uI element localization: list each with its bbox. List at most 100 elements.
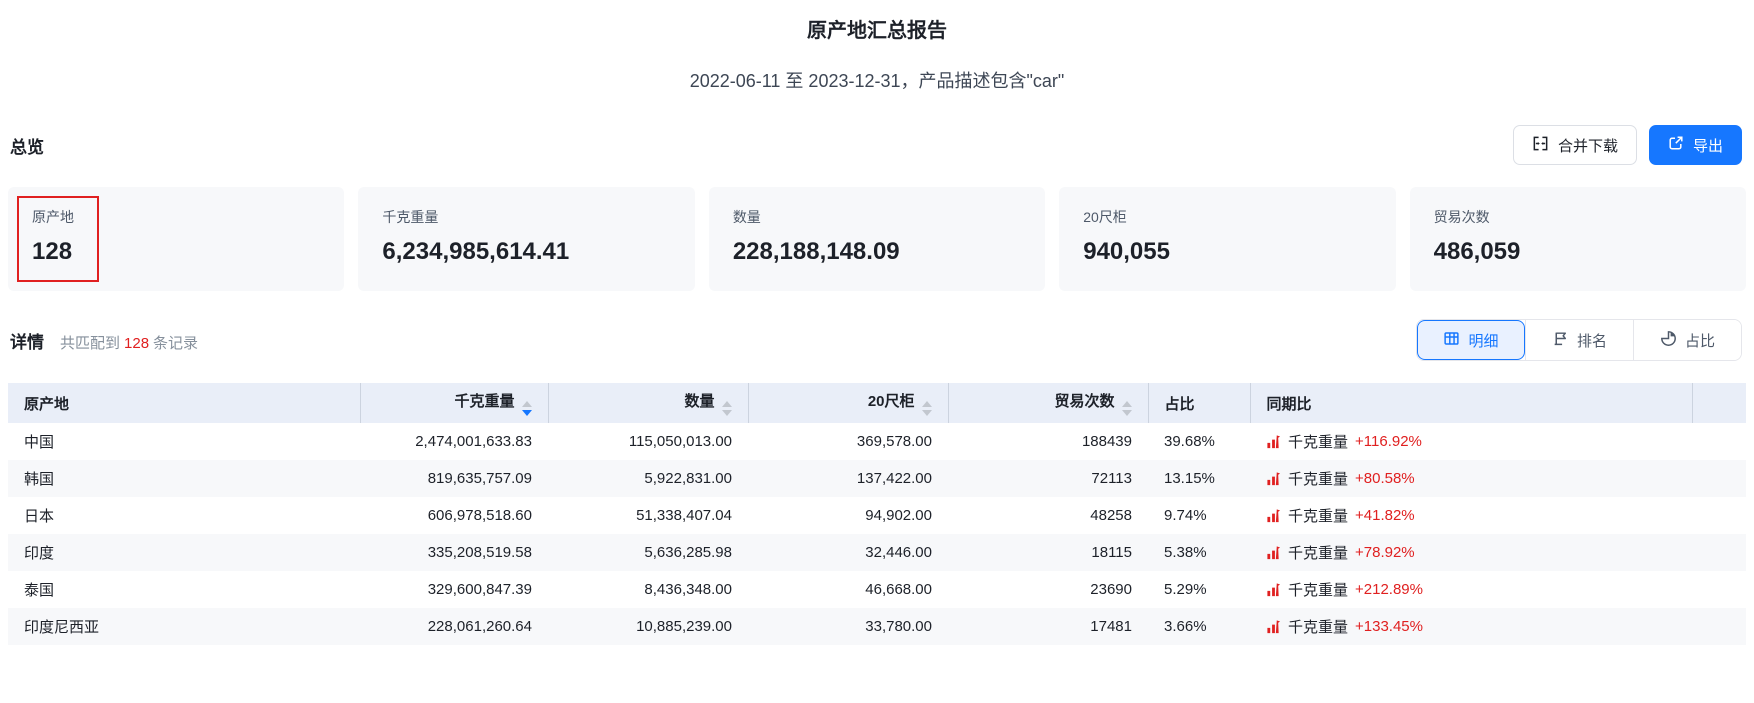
cell-teu: 369,578.00 bbox=[856, 433, 932, 450]
column-header-贸易次数[interactable]: 贸易次数 bbox=[947, 383, 1148, 423]
trend-bars-icon bbox=[1267, 620, 1281, 634]
column-header-数量[interactable]: 数量 bbox=[547, 383, 748, 423]
cell-kg-weight: 606,978,518.60 bbox=[427, 507, 532, 524]
table-row: 日本 606,978,518.60 51,338,407.04 94,902.00 48… bbox=[8, 497, 1746, 534]
yoy-value: +41.82% bbox=[1355, 507, 1415, 524]
trend-bars-icon bbox=[1267, 435, 1281, 449]
merge-cells-icon bbox=[1532, 135, 1549, 156]
column-header-占比: 占比 bbox=[1147, 383, 1250, 423]
cell-origin: 印度 bbox=[24, 545, 55, 562]
sort-carets-icon[interactable] bbox=[921, 401, 932, 416]
cell-teu: 94,902.00 bbox=[865, 507, 932, 524]
cell-teu: 46,668.00 bbox=[865, 581, 932, 598]
cell-trade-count: 72113 bbox=[1091, 470, 1132, 487]
tab-detail[interactable]: 明细 bbox=[1417, 320, 1525, 360]
table-body: 中国 2,474,001,633.83 115,050,013.00 369,578.… bbox=[8, 423, 1746, 645]
cell-yoy: 千克重量 +41.82% bbox=[1250, 497, 1692, 534]
cell-teu: 33,780.00 bbox=[865, 618, 932, 635]
cell-share: 13.15% bbox=[1164, 470, 1215, 487]
stat-card-value: 6,234,985,614.41 bbox=[382, 238, 570, 265]
yoy-metric-label: 千克重量 bbox=[1288, 471, 1349, 488]
cell-teu: 137,422.00 bbox=[856, 470, 932, 487]
table-icon bbox=[1443, 330, 1460, 351]
cell-yoy: 千克重量 +212.89% bbox=[1250, 571, 1692, 608]
stat-card: 20尺柜 940,055 bbox=[1059, 187, 1396, 291]
cell-trade-count: 23690 bbox=[1090, 581, 1132, 598]
table-row: 中国 2,474,001,633.83 115,050,013.00 369,578.… bbox=[8, 423, 1746, 460]
overview-bar: 总览 合并下载 导出 bbox=[0, 125, 1754, 165]
export-icon bbox=[1668, 135, 1684, 155]
column-header-label: 同期比 bbox=[1266, 395, 1312, 413]
cell-quantity: 5,636,285.98 bbox=[644, 544, 732, 561]
cell-share: 39.68% bbox=[1164, 433, 1215, 450]
column-header-20尺柜[interactable]: 20尺柜 bbox=[747, 383, 948, 423]
merge-download-button[interactable]: 合并下载 bbox=[1512, 125, 1637, 165]
match-count: 128 bbox=[124, 334, 150, 352]
pie-icon bbox=[1660, 330, 1677, 351]
column-header-label: 占比 bbox=[1164, 395, 1195, 413]
cell-spacer bbox=[1692, 423, 1746, 460]
page-subtitle: 2022-06-11 至 2023-12-31，产品描述包含"car" bbox=[689, 71, 1065, 91]
cell-quantity: 115,050,013.00 bbox=[628, 433, 732, 450]
tab-share[interactable]: 占比 bbox=[1633, 320, 1741, 360]
cell-origin: 中国 bbox=[24, 434, 55, 451]
detail-table: 原产地 千克重量 数量 20尺柜 贸易次数 占比 同期比 中国 2,474,001,633.8… bbox=[8, 383, 1746, 645]
stat-card: 原产地 128 bbox=[8, 187, 345, 291]
page-title: 原产地汇总报告 bbox=[807, 20, 947, 42]
sort-carets-icon[interactable] bbox=[1121, 401, 1132, 416]
stat-card-value: 486,059 bbox=[1433, 238, 1521, 265]
cell-quantity: 5,922,831.00 bbox=[644, 470, 732, 487]
cell-share: 9.74% bbox=[1164, 507, 1207, 524]
cell-quantity: 10,885,239.00 bbox=[636, 618, 732, 635]
column-header-label: 原产地 bbox=[24, 395, 70, 413]
stat-card-value: 128 bbox=[32, 238, 73, 265]
yoy-value: +80.58% bbox=[1355, 470, 1415, 487]
yoy-value: +212.89% bbox=[1355, 581, 1423, 598]
detail-heading: 详情 bbox=[10, 332, 44, 352]
yoy-value: +78.92% bbox=[1355, 544, 1415, 561]
match-prefix: 共匹配到 bbox=[60, 334, 121, 352]
origin-summary-report-page: 原产地汇总报告 2022-06-11 至 2023-12-31，产品描述包含"c… bbox=[0, 0, 1754, 703]
export-button[interactable]: 导出 bbox=[1648, 125, 1742, 165]
overview-heading: 总览 bbox=[10, 137, 44, 157]
overview-actions: 合并下载 导出 bbox=[1512, 125, 1742, 165]
cell-spacer bbox=[1692, 571, 1746, 608]
cell-kg-weight: 228,061,260.64 bbox=[427, 618, 532, 635]
stat-card: 数量 228,188,148.09 bbox=[708, 187, 1046, 291]
sort-carets-icon[interactable] bbox=[721, 401, 732, 416]
cell-yoy: 千克重量 +116.92% bbox=[1250, 423, 1692, 460]
cell-spacer bbox=[1692, 534, 1746, 571]
table-row: 泰国 329,600,847.39 8,436,348.00 46,668.00 236… bbox=[8, 571, 1746, 608]
column-header-label: 贸易次数 bbox=[1054, 393, 1115, 410]
column-header-label: 千克重量 bbox=[454, 393, 515, 410]
cell-yoy: 千克重量 +133.45% bbox=[1250, 608, 1692, 645]
trend-bars-icon bbox=[1267, 472, 1281, 486]
export-label: 导出 bbox=[1692, 137, 1723, 155]
yoy-value: +133.45% bbox=[1355, 618, 1423, 635]
stat-card-label: 20尺柜 bbox=[1083, 209, 1127, 225]
merge-download-label: 合并下载 bbox=[1557, 137, 1618, 155]
trend-bars-icon bbox=[1267, 583, 1281, 597]
stat-card-label: 原产地 bbox=[32, 209, 74, 225]
trend-bars-icon bbox=[1267, 509, 1281, 523]
cell-yoy: 千克重量 +78.92% bbox=[1250, 534, 1692, 571]
tab-ranking[interactable]: 排名 bbox=[1525, 320, 1633, 360]
trend-bars-icon bbox=[1267, 546, 1281, 560]
column-header-label: 数量 bbox=[684, 393, 715, 410]
yoy-metric-label: 千克重量 bbox=[1288, 619, 1349, 636]
cell-spacer bbox=[1692, 497, 1746, 534]
column-header-同期比: 同期比 bbox=[1249, 383, 1692, 423]
yoy-metric-label: 千克重量 bbox=[1288, 508, 1349, 525]
stat-card-label: 千克重量 bbox=[382, 209, 439, 225]
tab-label: 排名 bbox=[1576, 332, 1607, 350]
cell-share: 3.66% bbox=[1164, 618, 1207, 635]
stat-card: 贸易次数 486,059 bbox=[1409, 187, 1747, 291]
cell-trade-count: 188439 bbox=[1081, 433, 1132, 450]
stat-card-value: 940,055 bbox=[1083, 238, 1170, 265]
column-header-千克重量[interactable]: 千克重量 bbox=[359, 383, 548, 423]
column-header-spacer bbox=[1691, 383, 1746, 423]
sort-carets-icon[interactable] bbox=[521, 401, 532, 416]
table-row: 印度 335,208,519.58 5,636,285.98 32,446.00 181… bbox=[8, 534, 1746, 571]
cell-share: 5.29% bbox=[1164, 581, 1207, 598]
column-header-label: 20尺柜 bbox=[867, 393, 915, 410]
